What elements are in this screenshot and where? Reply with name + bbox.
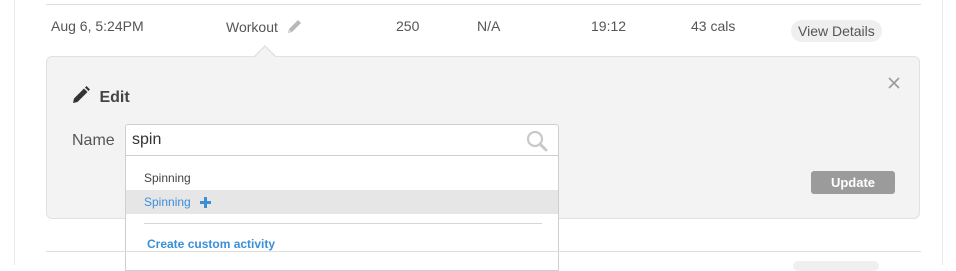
edit-heading: Edit <box>72 86 130 107</box>
activity-name: Workout <box>226 19 278 35</box>
activity-value: 250 <box>396 18 420 34</box>
pencil-icon[interactable] <box>286 18 303 38</box>
name-label: Name <box>72 132 115 149</box>
next-row-view-details-button[interactable] <box>793 261 879 271</box>
plus-icon[interactable] <box>200 192 212 216</box>
create-custom-activity-link[interactable]: Create custom activity <box>147 237 275 251</box>
close-icon[interactable] <box>886 75 902 91</box>
suggestion-label: Spinning <box>144 195 191 209</box>
view-details-button[interactable]: View Details <box>791 20 882 42</box>
activity-date: Aug 6, 5:24PM <box>51 18 144 34</box>
name-field-wrapper <box>125 124 559 156</box>
dropdown-divider <box>144 223 542 224</box>
suggestion-item-highlighted[interactable]: Spinning <box>126 190 558 214</box>
activity-suggestions-dropdown: Spinning Spinning Create custom activity <box>125 156 559 271</box>
panel-pointer-fill <box>255 47 275 57</box>
suggestion-label: Spinning <box>144 171 191 185</box>
row-divider-bottom <box>46 251 921 252</box>
activity-name-cell[interactable]: Workout <box>226 18 303 38</box>
edit-title-text: Edit <box>99 89 130 106</box>
activity-row: Aug 6, 5:24PM Workout 250 N/A 19:12 43 c… <box>0 5 956 47</box>
activity-na-value: N/A <box>477 18 501 34</box>
update-button[interactable]: Update <box>811 171 895 194</box>
suggestion-item[interactable]: Spinning <box>126 166 558 190</box>
activity-calories: 43 cals <box>691 18 736 34</box>
search-icon[interactable] <box>526 130 548 157</box>
activity-duration: 19:12 <box>591 18 627 34</box>
name-input[interactable] <box>132 129 512 151</box>
pencil-icon <box>72 86 99 106</box>
